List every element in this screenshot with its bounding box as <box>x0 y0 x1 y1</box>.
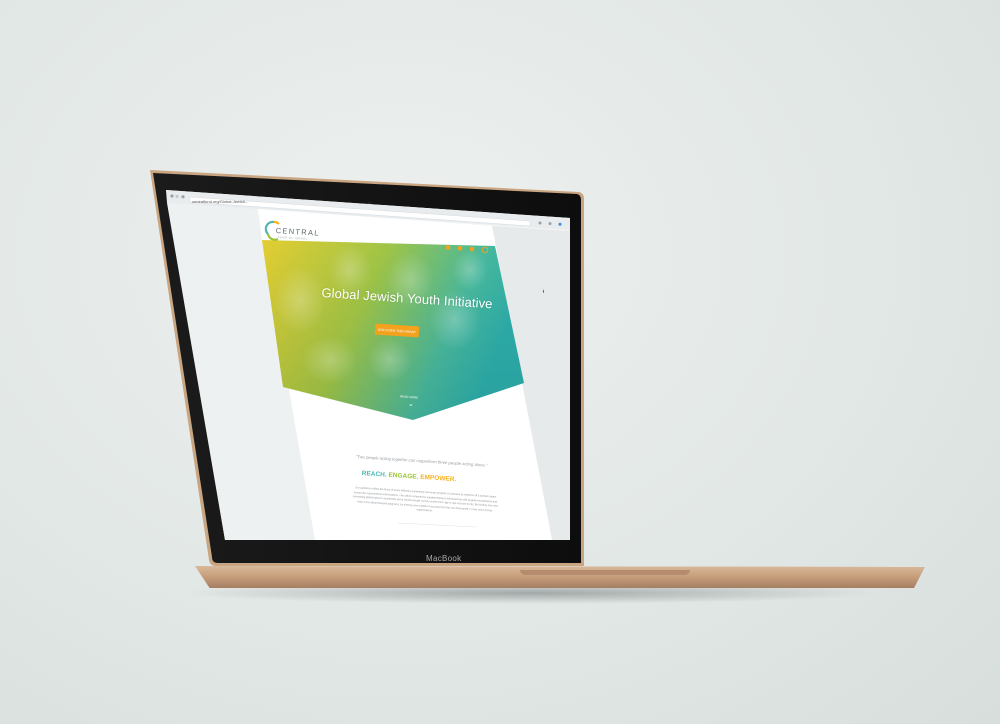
laptop-mockup <box>150 170 584 566</box>
profile-icon <box>558 222 562 226</box>
facebook-icon <box>445 245 451 250</box>
forward-icon <box>175 194 179 198</box>
reload-icon <box>181 195 185 199</box>
menu-icon <box>548 222 552 226</box>
email-icon <box>469 246 475 252</box>
extension-icon <box>538 221 542 225</box>
laptop-notch <box>520 570 690 575</box>
twitter-icon <box>457 246 463 251</box>
back-icon <box>170 194 174 198</box>
mockup-scene <box>0 0 1000 724</box>
